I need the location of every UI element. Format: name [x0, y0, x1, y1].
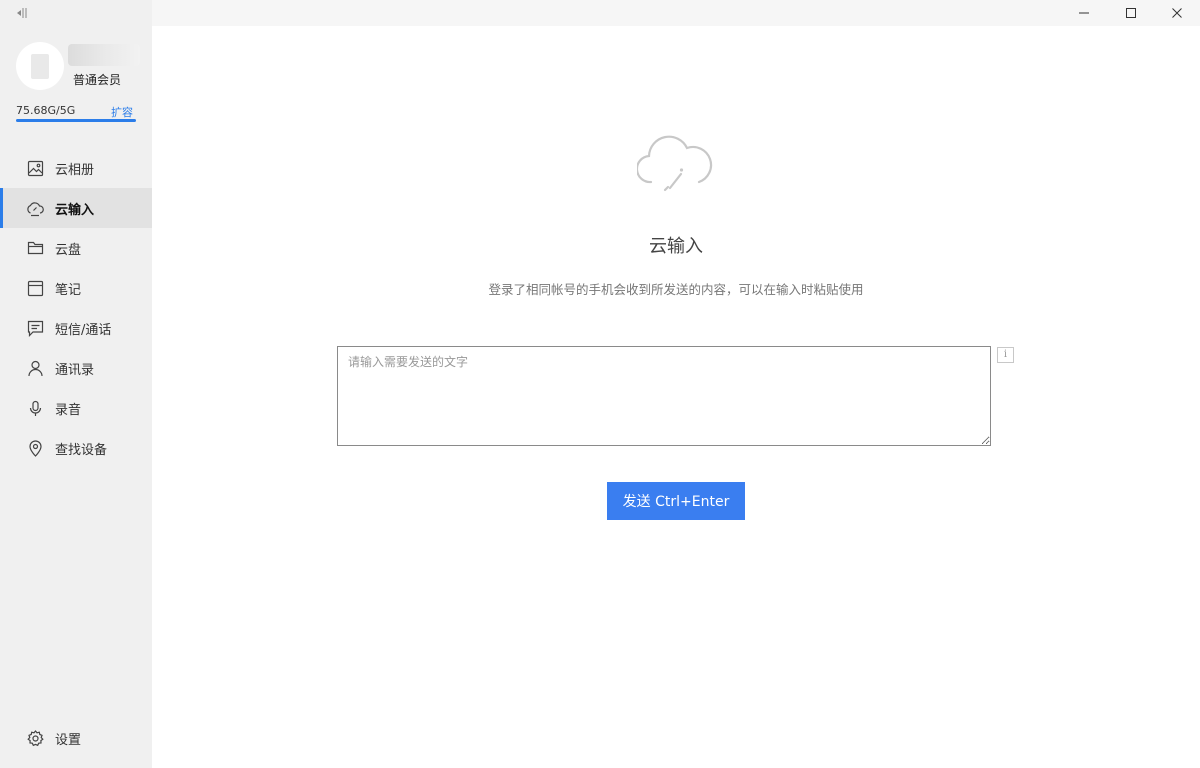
sidebar-item-contacts[interactable]: 通讯录	[0, 348, 152, 388]
sidebar-item-cloud-input[interactable]: 云输入	[0, 188, 152, 228]
minimize-icon	[1079, 12, 1089, 14]
member-level: 普通会员	[73, 73, 122, 87]
cloud-input-icon	[26, 199, 44, 217]
send-button[interactable]: 发送 Ctrl+Enter	[607, 482, 745, 520]
note-icon	[26, 279, 44, 297]
settings-label: 设置	[55, 732, 82, 748]
sidebar-item-label: 笔记	[55, 282, 82, 298]
contact-icon	[26, 359, 44, 377]
sidebar-item-label: 云相册	[55, 162, 95, 178]
storage-progress-bar	[16, 119, 136, 122]
sidebar-item-label: 查找设备	[55, 442, 108, 458]
username-redacted	[68, 44, 140, 66]
cloud-upload-icon	[637, 135, 713, 192]
info-icon[interactable]: i	[997, 347, 1014, 363]
sidebar-item-label: 云盘	[55, 242, 82, 258]
gear-icon	[26, 729, 44, 747]
page-title: 云输入	[649, 236, 703, 257]
main-content: 云输入 登录了相同帐号的手机会收到所发送的内容，可以在输入时粘贴使用 i 发送 …	[152, 26, 1200, 768]
title-bar	[152, 0, 1200, 26]
sidebar: 普通会员 75.68G/5G 扩容 云相册 云输入 云盘 笔记 短信/通话 通讯…	[0, 0, 152, 768]
settings-button[interactable]: 设置	[0, 718, 152, 758]
sidebar-item-label: 通讯录	[55, 362, 95, 378]
sidebar-nav: 云相册 云输入 云盘 笔记 短信/通话 通讯录 录音 查找设备	[0, 148, 152, 468]
storage-usage: 75.68G/5G	[16, 104, 76, 117]
sidebar-item-notes[interactable]: 笔记	[0, 268, 152, 308]
page-description: 登录了相同帐号的手机会收到所发送的内容，可以在输入时粘贴使用	[488, 282, 864, 297]
minimize-button[interactable]	[1061, 0, 1107, 26]
sidebar-item-cloud-disk[interactable]: 云盘	[0, 228, 152, 268]
sidebar-item-recordings[interactable]: 录音	[0, 388, 152, 428]
sidebar-item-cloud-album[interactable]: 云相册	[0, 148, 152, 188]
sidebar-item-label: 录音	[55, 402, 82, 418]
folder-icon	[26, 239, 44, 257]
maximize-button[interactable]	[1108, 0, 1154, 26]
message-icon	[26, 319, 44, 337]
image-icon	[26, 159, 44, 177]
close-button[interactable]	[1154, 0, 1200, 26]
microphone-icon	[26, 399, 44, 417]
sidebar-item-messages[interactable]: 短信/通话	[0, 308, 152, 348]
location-icon	[26, 439, 44, 457]
storage-progress-fill	[16, 119, 136, 122]
maximize-icon	[1126, 8, 1136, 18]
sidebar-item-find-device[interactable]: 查找设备	[0, 428, 152, 468]
avatar[interactable]	[16, 42, 64, 90]
expand-storage-link[interactable]: 扩容	[111, 104, 133, 120]
close-icon	[1172, 8, 1182, 18]
sidebar-item-label: 短信/通话	[55, 322, 112, 338]
send-text-input[interactable]	[337, 346, 991, 446]
collapse-sidebar-icon[interactable]	[14, 6, 30, 20]
app-window: 普通会员 75.68G/5G 扩容 云相册 云输入 云盘 笔记 短信/通话 通讯…	[0, 0, 1200, 768]
sidebar-item-label: 云输入	[55, 202, 95, 218]
